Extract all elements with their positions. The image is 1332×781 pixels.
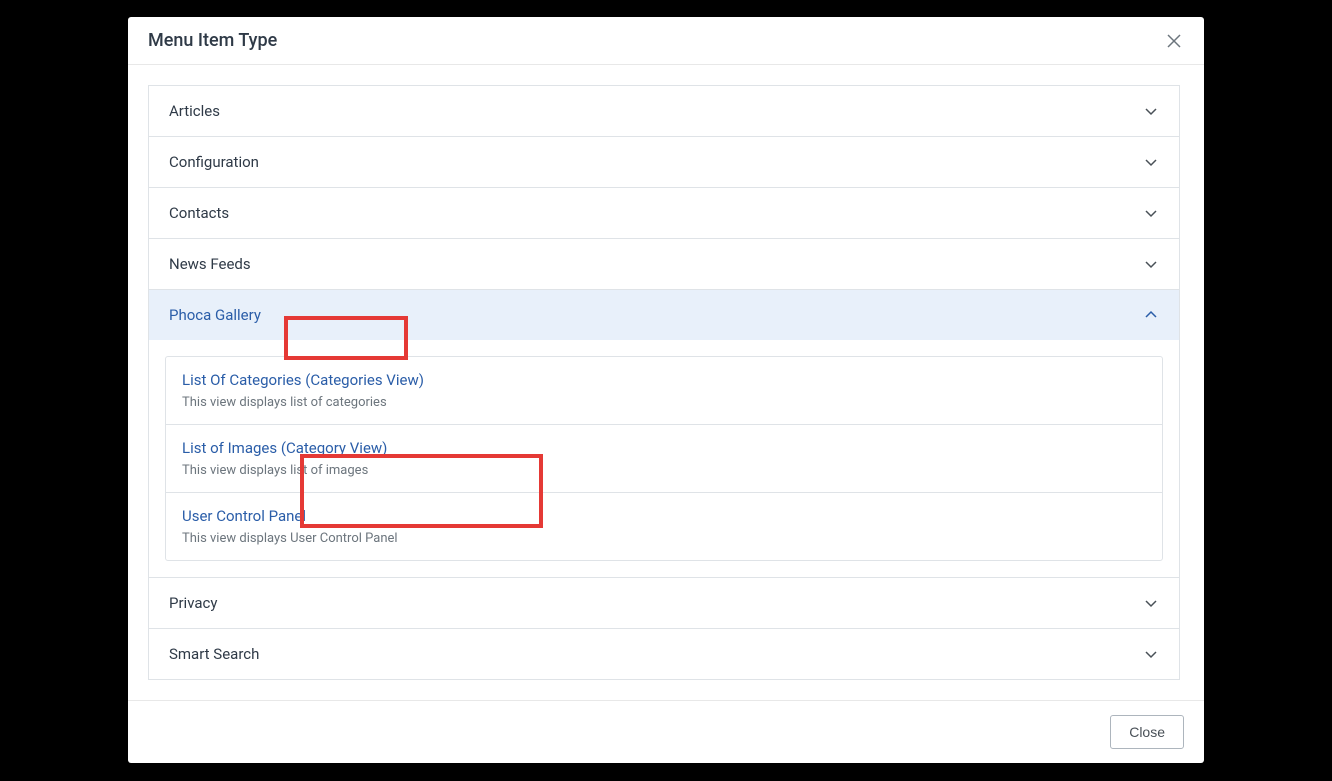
accordion-item-configuration: Configuration [149, 137, 1179, 188]
accordion-header-contacts[interactable]: Contacts [149, 188, 1179, 238]
accordion-label: Smart Search [169, 645, 259, 663]
accordion-item-contacts: Contacts [149, 188, 1179, 239]
option-desc: This view displays list of categories [182, 395, 1146, 410]
chevron-up-icon [1143, 307, 1159, 323]
chevron-down-icon [1143, 595, 1159, 611]
option-title: List of Images (Category View) [182, 439, 1146, 457]
menu-item-type-modal: Menu Item Type Articles Configuration [128, 17, 1204, 763]
accordion-header-news-feeds[interactable]: News Feeds [149, 239, 1179, 289]
accordion-item-news-feeds: News Feeds [149, 239, 1179, 290]
option-user-control-panel[interactable]: User Control Panel This view displays Us… [166, 493, 1162, 560]
modal-header: Menu Item Type [128, 17, 1204, 65]
close-icon[interactable] [1164, 31, 1184, 51]
accordion-content-phoca-gallery: List Of Categories (Categories View) Thi… [149, 340, 1179, 577]
accordion-label: Articles [169, 102, 220, 120]
option-desc: This view displays User Control Panel [182, 531, 1146, 546]
option-title: User Control Panel [182, 507, 1146, 525]
accordion-label: Contacts [169, 204, 229, 222]
accordion-item-articles: Articles [149, 86, 1179, 137]
accordion-header-articles[interactable]: Articles [149, 86, 1179, 136]
close-button[interactable]: Close [1110, 715, 1184, 749]
chevron-down-icon [1143, 256, 1159, 272]
accordion-label: Phoca Gallery [169, 306, 261, 324]
accordion-label: News Feeds [169, 255, 251, 273]
accordion-item-privacy: Privacy [149, 578, 1179, 629]
option-list-of-categories[interactable]: List Of Categories (Categories View) Thi… [166, 357, 1162, 425]
option-list-of-images[interactable]: List of Images (Category View) This view… [166, 425, 1162, 493]
menu-type-accordion: Articles Configuration Contacts [148, 85, 1180, 680]
chevron-down-icon [1143, 103, 1159, 119]
accordion-label: Privacy [169, 594, 217, 612]
chevron-down-icon [1143, 205, 1159, 221]
accordion-header-phoca-gallery[interactable]: Phoca Gallery [149, 290, 1179, 340]
modal-body[interactable]: Articles Configuration Contacts [128, 65, 1204, 700]
option-desc: This view displays list of images [182, 463, 1146, 478]
accordion-header-smart-search[interactable]: Smart Search [149, 629, 1179, 679]
accordion-label: Configuration [169, 153, 259, 171]
modal-footer: Close [128, 700, 1204, 763]
accordion-header-configuration[interactable]: Configuration [149, 137, 1179, 187]
modal-title: Menu Item Type [148, 30, 277, 51]
accordion-header-privacy[interactable]: Privacy [149, 578, 1179, 628]
chevron-down-icon [1143, 154, 1159, 170]
accordion-item-phoca-gallery: Phoca Gallery List Of Categories (Catego… [149, 290, 1179, 578]
chevron-down-icon [1143, 646, 1159, 662]
accordion-item-smart-search: Smart Search [149, 629, 1179, 679]
option-title: List Of Categories (Categories View) [182, 371, 1146, 389]
phoca-options-list: List Of Categories (Categories View) Thi… [165, 356, 1163, 561]
